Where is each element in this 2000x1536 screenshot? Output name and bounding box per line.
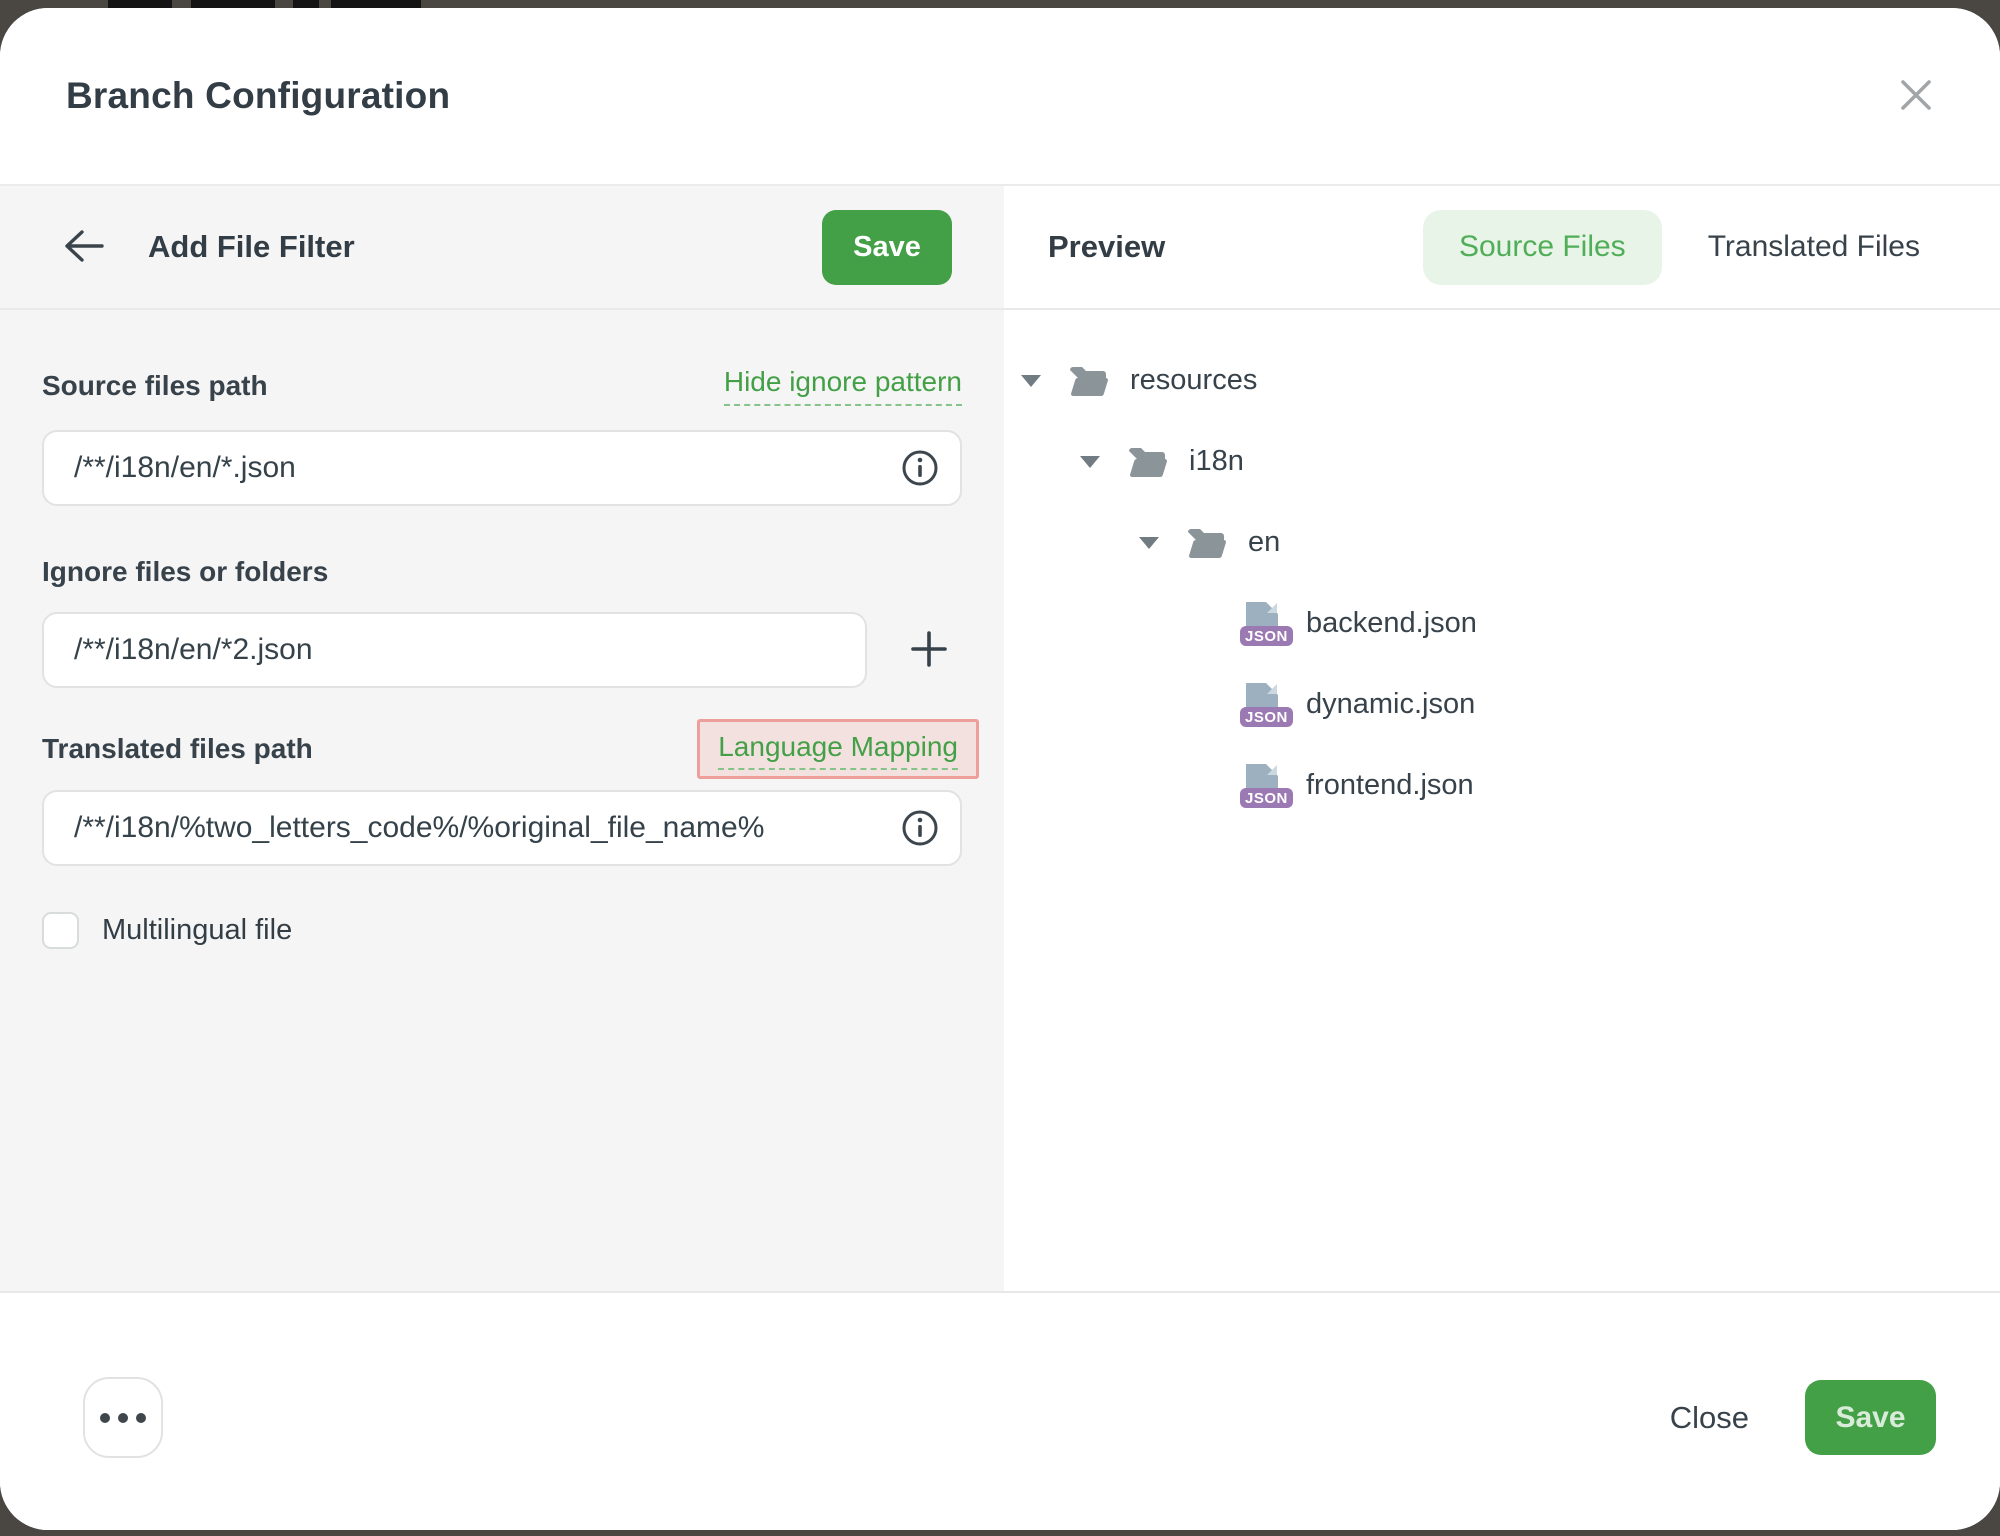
json-file-icon: JSON [1244, 602, 1280, 646]
tree-item-folder[interactable]: en [1004, 502, 2000, 583]
json-file-icon: JSON [1244, 683, 1280, 727]
chevron-down-icon[interactable] [1138, 536, 1160, 550]
translated-files-path-label: Translated files path [42, 733, 313, 765]
file-tree: resources i18n [1004, 310, 2000, 826]
preview-tabs: Source Files Translated Files [1423, 210, 2000, 285]
page-title: Branch Configuration [66, 75, 450, 117]
tab-source-files[interactable]: Source Files [1423, 210, 1662, 285]
folder-icon [1127, 446, 1167, 478]
file-filter-pane: Add File Filter Save Source files path H… [0, 186, 1004, 1291]
source-files-path-label: Source files path [42, 370, 268, 402]
file-filter-header: Add File Filter Save [0, 186, 1004, 310]
ellipsis-icon [100, 1413, 146, 1423]
add-ignore-pattern-button[interactable] [901, 622, 957, 678]
tree-item-file[interactable]: JSON frontend.json [1004, 745, 2000, 826]
save-modal-button[interactable]: Save [1805, 1380, 1936, 1455]
preview-header: Preview Source Files Translated Files [1004, 186, 2000, 310]
file-filter-form: Source files path Hide ignore pattern I [0, 310, 1004, 949]
modal-footer: Close Save [0, 1291, 2000, 1530]
arrow-left-icon [62, 229, 104, 266]
multilingual-file-label: Multilingual file [102, 914, 292, 947]
back-button[interactable] [62, 227, 110, 267]
ignore-files-label: Ignore files or folders [42, 556, 328, 587]
save-filter-button[interactable]: Save [822, 210, 952, 285]
ignore-pattern-input[interactable] [42, 612, 867, 688]
language-mapping-link[interactable]: Language Mapping [718, 731, 958, 770]
preview-pane: Preview Source Files Translated Files [1004, 186, 2000, 1291]
language-mapping-highlight: Language Mapping [697, 719, 979, 779]
more-options-button[interactable] [83, 1377, 163, 1458]
tree-item-folder[interactable]: resources [1004, 340, 2000, 421]
json-file-icon: JSON [1244, 764, 1280, 808]
preview-title: Preview [1048, 229, 1165, 265]
folder-icon [1186, 527, 1226, 559]
pane-title: Add File Filter [148, 229, 355, 265]
tab-translated-files[interactable]: Translated Files [1708, 230, 1920, 264]
folder-icon [1068, 365, 1108, 397]
branch-configuration-modal: Branch Configuration Add File [0, 8, 2000, 1530]
info-icon[interactable] [900, 808, 940, 848]
plus-icon [909, 629, 949, 672]
translated-files-path-input[interactable] [42, 790, 962, 866]
multilingual-file-checkbox[interactable] [42, 912, 79, 949]
modal-content: Add File Filter Save Source files path H… [0, 186, 2000, 1291]
chevron-down-icon[interactable] [1020, 374, 1042, 388]
hide-ignore-pattern-link[interactable]: Hide ignore pattern [724, 366, 962, 406]
tree-item-file[interactable]: JSON dynamic.json [1004, 664, 2000, 745]
source-files-path-input[interactable] [42, 430, 962, 506]
close-button[interactable] [1890, 70, 1942, 122]
tree-item-file[interactable]: JSON backend.json [1004, 583, 2000, 664]
close-icon [1898, 77, 1934, 116]
modal-title-bar: Branch Configuration [0, 8, 2000, 186]
chevron-down-icon[interactable] [1079, 455, 1101, 469]
info-icon[interactable] [900, 448, 940, 488]
tree-item-folder[interactable]: i18n [1004, 421, 2000, 502]
close-modal-button[interactable]: Close [1670, 1400, 1749, 1436]
